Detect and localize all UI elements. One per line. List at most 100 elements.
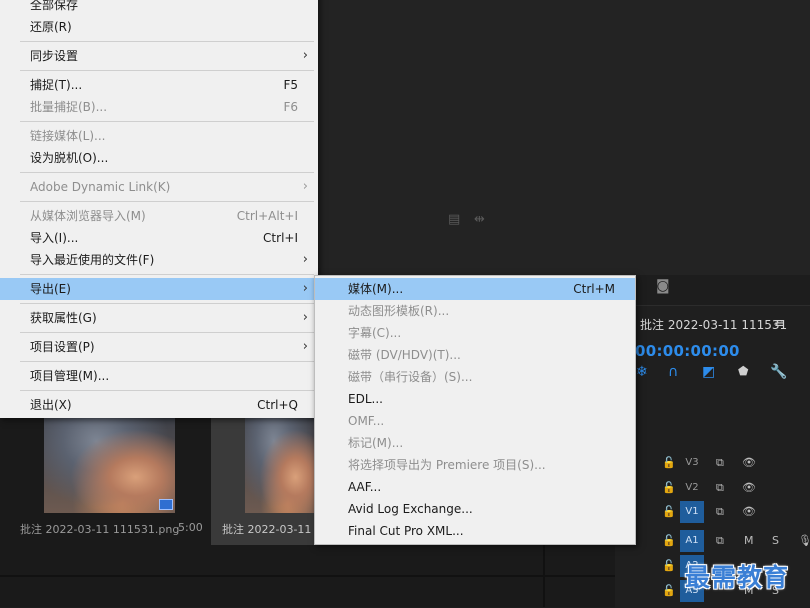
lock-icon[interactable]: 🔓 — [662, 452, 676, 474]
menu-separator — [20, 121, 314, 122]
menu-item-label: AAF... — [348, 480, 382, 494]
panel-divider — [0, 575, 615, 577]
submenu-item-aaf[interactable]: AAF... — [315, 476, 635, 498]
menu-item-get-properties[interactable]: 获取属性(G) › — [0, 307, 318, 329]
menu-item-label: Final Cut Pro XML... — [348, 524, 464, 538]
clip-duration: 5:00 — [178, 521, 203, 534]
submenu-item-motion-graphics-template[interactable]: 动态图形模板(R)... — [315, 300, 635, 322]
film-strip-icon[interactable]: ▤ — [448, 212, 460, 227]
lock-icon[interactable]: 🔓 — [662, 580, 676, 602]
menu-item-label: 磁带 (DV/HDV)(T)... — [348, 348, 461, 362]
sync-lock-icon[interactable]: ⧉ — [716, 530, 724, 552]
submenu-item-tape-serial[interactable]: 磁带（串行设备）(S)... — [315, 366, 635, 388]
eye-icon[interactable]: 👁 — [742, 477, 756, 499]
menu-shortcut: F5 — [283, 78, 298, 92]
playhead-timecode[interactable]: 00:00:00:00 — [635, 342, 740, 360]
camera-icon[interactable]: ◙ — [656, 278, 670, 294]
nest-toggle-icon[interactable]: ❄ — [636, 364, 648, 380]
menu-item-export[interactable]: 导出(E) › — [0, 278, 318, 300]
menu-item-revert[interactable]: 还原(R) — [0, 16, 318, 38]
menu-item-label: 全部保存 — [30, 0, 79, 12]
image-sequence-icon — [159, 499, 173, 510]
lock-icon[interactable]: 🔓 — [662, 530, 676, 552]
clip-name: 批注 2022-03-11 111531.png — [20, 523, 180, 536]
submenu-item-tape-dv-hdv[interactable]: 磁带 (DV/HDV)(T)... — [315, 344, 635, 366]
menu-separator — [20, 361, 314, 362]
menu-item-label: Adobe Dynamic Link(K) — [30, 180, 171, 194]
lock-icon[interactable]: 🔓 — [662, 555, 676, 577]
menu-item-label: 标记(M)... — [348, 436, 404, 450]
track-row-v3[interactable]: 🔓 V3 ⧉ 👁 — [640, 452, 810, 474]
menu-item-sync-settings[interactable]: 同步设置 › — [0, 45, 318, 67]
sync-lock-icon[interactable]: ⧉ — [716, 477, 724, 499]
microphone-icon[interactable]: 🎙 — [798, 530, 810, 552]
menu-separator — [20, 332, 314, 333]
menu-item-project-manager[interactable]: 项目管理(M)... — [0, 365, 318, 387]
track-row-a1[interactable]: 🔓 A1 ⧉ M S 🎙 — [640, 530, 810, 552]
submenu-item-captions[interactable]: 字幕(C)... — [315, 322, 635, 344]
menu-item-label: 链接媒体(L)... — [30, 129, 106, 143]
track-label[interactable]: A1 — [680, 530, 704, 552]
submenu-item-media[interactable]: 媒体(M)... Ctrl+M — [315, 278, 635, 300]
menu-item-label: 将选择项导出为 Premiere 项目(S)... — [348, 458, 546, 472]
submenu-item-edl[interactable]: EDL... — [315, 388, 635, 410]
menu-separator — [20, 303, 314, 304]
menu-item-import-from-browser[interactable]: 从媒体浏览器导入(M) Ctrl+Alt+I — [0, 205, 318, 227]
linked-selection-icon[interactable]: ◩ — [702, 364, 715, 380]
submenu-item-omf[interactable]: OMF... — [315, 410, 635, 432]
eye-icon[interactable]: 👁 — [742, 501, 756, 523]
eye-icon[interactable]: 👁 — [742, 452, 756, 474]
transport-arrows-icon[interactable]: ⇹ — [474, 212, 485, 227]
track-label[interactable]: V1 — [680, 501, 704, 523]
menu-shortcut: Ctrl+Alt+I — [236, 209, 298, 223]
submenu-item-export-selection-project[interactable]: 将选择项导出为 Premiere 项目(S)... — [315, 454, 635, 476]
menu-item-link-media[interactable]: 链接媒体(L)... — [0, 125, 318, 147]
menu-separator — [20, 274, 314, 275]
menu-item-label: 磁带（串行设备）(S)... — [348, 370, 473, 384]
solo-button[interactable]: S — [772, 530, 779, 552]
menu-item-save-all[interactable]: 全部保存 — [0, 0, 318, 16]
lock-icon[interactable]: 🔓 — [662, 501, 676, 523]
menu-separator — [20, 201, 314, 202]
clip-thumbnail[interactable] — [245, 410, 317, 513]
menu-item-project-settings[interactable]: 项目设置(P) › — [0, 336, 318, 358]
menu-item-make-offline[interactable]: 设为脱机(O)... — [0, 147, 318, 169]
track-row-v2[interactable]: 🔓 V2 ⧉ 👁 — [640, 477, 810, 499]
snap-magnet-icon[interactable]: ∩ — [668, 364, 678, 380]
submenu-item-avid-log-exchange[interactable]: Avid Log Exchange... — [315, 498, 635, 520]
menu-item-label: 动态图形模板(R)... — [348, 304, 450, 318]
menu-item-label: 退出(X) — [30, 398, 72, 412]
chevron-right-icon: › — [302, 48, 308, 63]
menu-item-label: 获取属性(G) — [30, 311, 97, 325]
menu-item-exit[interactable]: 退出(X) Ctrl+Q — [0, 394, 318, 416]
chevron-right-icon: › — [302, 179, 308, 194]
track-label[interactable]: V2 — [680, 477, 704, 499]
menu-item-import-recent[interactable]: 导入最近使用的文件(F) › — [0, 249, 318, 271]
submenu-item-final-cut-pro-xml[interactable]: Final Cut Pro XML... — [315, 520, 635, 542]
menu-item-import[interactable]: 导入(I)... Ctrl+I — [0, 227, 318, 249]
menu-item-dynamic-link[interactable]: Adobe Dynamic Link(K) › — [0, 176, 318, 198]
sync-lock-icon[interactable]: ⧉ — [716, 452, 724, 474]
clip-name: 批注 2022-03-11 1 — [222, 523, 322, 536]
wrench-icon[interactable]: 🔧 — [770, 364, 787, 380]
submenu-item-markers[interactable]: 标记(M)... — [315, 432, 635, 454]
track-label[interactable]: V3 — [680, 452, 704, 474]
mute-button[interactable]: M — [744, 530, 754, 552]
menu-separator — [20, 172, 314, 173]
menu-separator — [20, 41, 314, 42]
track-row-v1[interactable]: 🔓 V1 ⧉ 👁 — [640, 501, 810, 523]
menu-item-label: 导入最近使用的文件(F) — [30, 253, 155, 267]
clip-thumbnail[interactable] — [44, 410, 175, 513]
panel-menu-icon[interactable]: ≡ — [774, 316, 785, 331]
menu-item-label: 还原(R) — [30, 20, 72, 34]
sync-lock-icon[interactable]: ⧉ — [716, 501, 724, 523]
menu-shortcut: F6 — [283, 100, 298, 114]
add-marker-icon[interactable]: ⬟ — [738, 364, 748, 378]
lock-icon[interactable]: 🔓 — [662, 477, 676, 499]
menu-item-batch-capture[interactable]: 批量捕捉(B)... F6 — [0, 96, 318, 118]
menu-item-label: 从媒体浏览器导入(M) — [30, 209, 146, 223]
menu-item-label: 字幕(C)... — [348, 326, 402, 340]
sequence-tab-title[interactable]: 批注 2022-03-11 111531 — [640, 316, 787, 333]
menu-item-capture[interactable]: 捕捉(T)... F5 — [0, 74, 318, 96]
file-menu: 全部保存 还原(R) 同步设置 › 捕捉(T)... F5 批量捕捉(B)... F6… — [0, 0, 318, 418]
